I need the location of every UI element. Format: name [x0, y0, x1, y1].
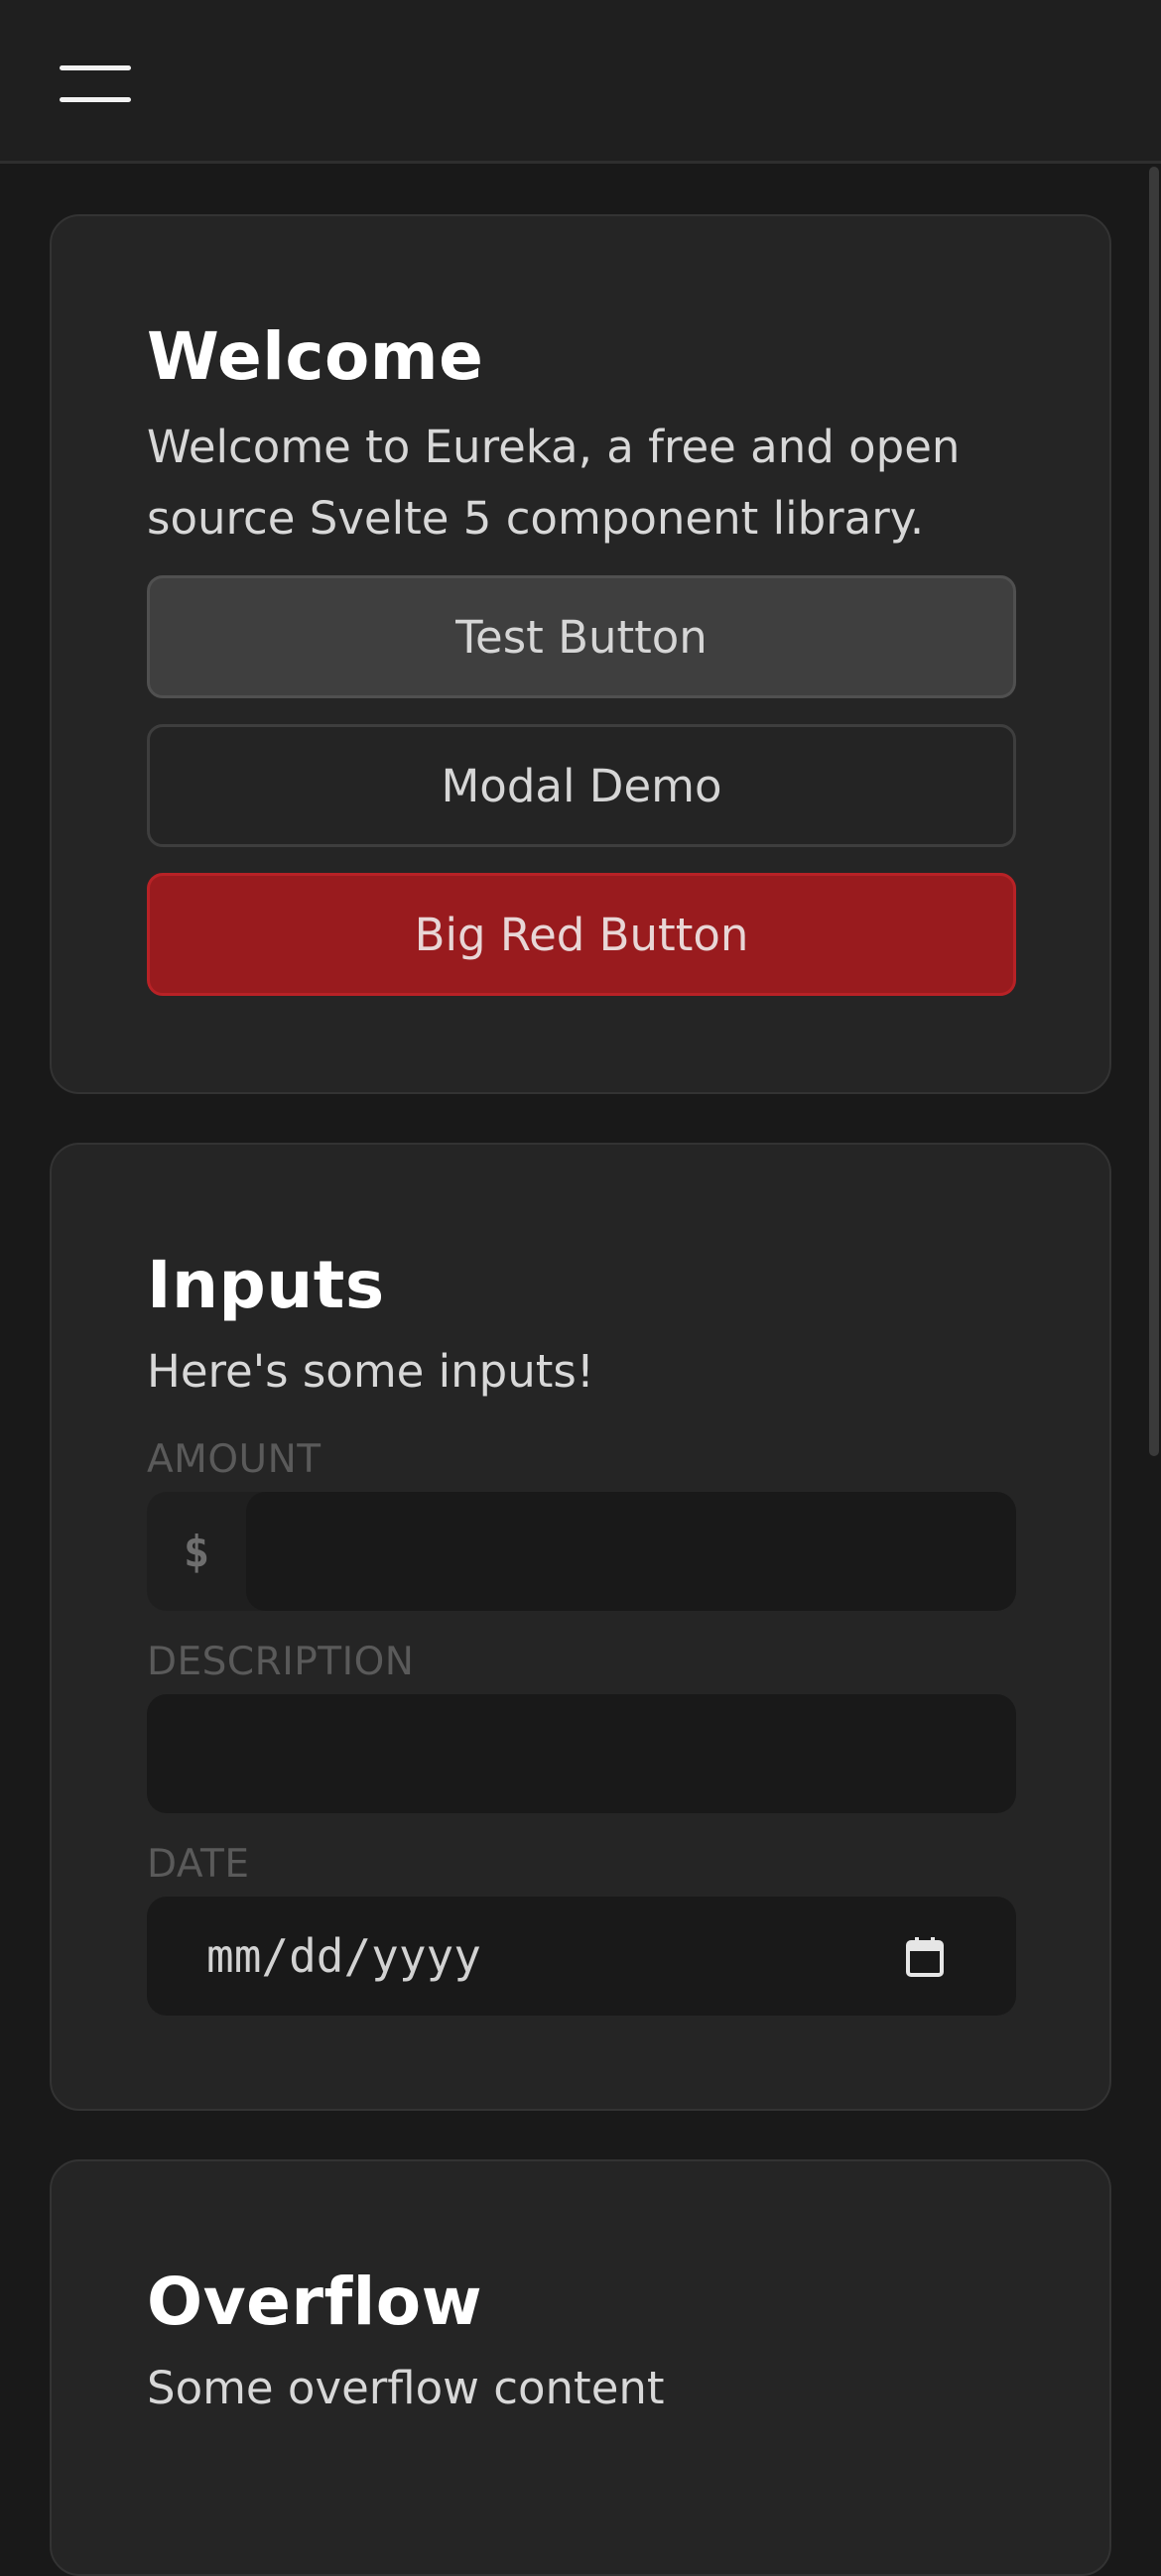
welcome-description: Welcome to Eureka, a free and open sourc…	[147, 421, 961, 545]
overflow-title: Overflow	[147, 2264, 483, 2340]
overflow-description: Some overflow content	[147, 2362, 665, 2414]
currency-prefix: $	[183, 1526, 210, 1577]
calendar-icon[interactable]	[905, 1936, 945, 1978]
inputs-card: Inputs Here's some inputs! AMOUNT $ DESC…	[50, 1143, 1111, 2111]
description-input[interactable]	[147, 1694, 1016, 1813]
overflow-card: Overflow Some overflow content	[50, 2159, 1111, 2576]
test-button[interactable]: Test Button	[147, 575, 1016, 698]
amount-label: AMOUNT	[147, 1437, 322, 1482]
inputs-description: Here's some inputs!	[147, 1345, 594, 1398]
amount-input[interactable]	[246, 1492, 1016, 1611]
welcome-card: Welcome Welcome to Eureka, a free and op…	[50, 214, 1111, 1094]
menu-line-top	[60, 65, 131, 70]
menu-line-bottom	[60, 97, 131, 102]
amount-input-group: $	[147, 1492, 1016, 1611]
scrollbar-thumb[interactable]	[1149, 167, 1159, 1456]
date-placeholder: mm/dd/yyyy	[206, 1929, 481, 1983]
description-label: DESCRIPTION	[147, 1640, 415, 1684]
modal-demo-button[interactable]: Modal Demo	[147, 724, 1016, 847]
date-input[interactable]: mm/dd/yyyy	[147, 1897, 1016, 2016]
hamburger-menu-icon[interactable]	[60, 65, 131, 103]
top-bar	[0, 0, 1161, 164]
big-red-button[interactable]: Big Red Button	[147, 873, 1016, 996]
inputs-title: Inputs	[147, 1247, 385, 1323]
date-label: DATE	[147, 1842, 250, 1887]
welcome-title: Welcome	[147, 318, 484, 395]
